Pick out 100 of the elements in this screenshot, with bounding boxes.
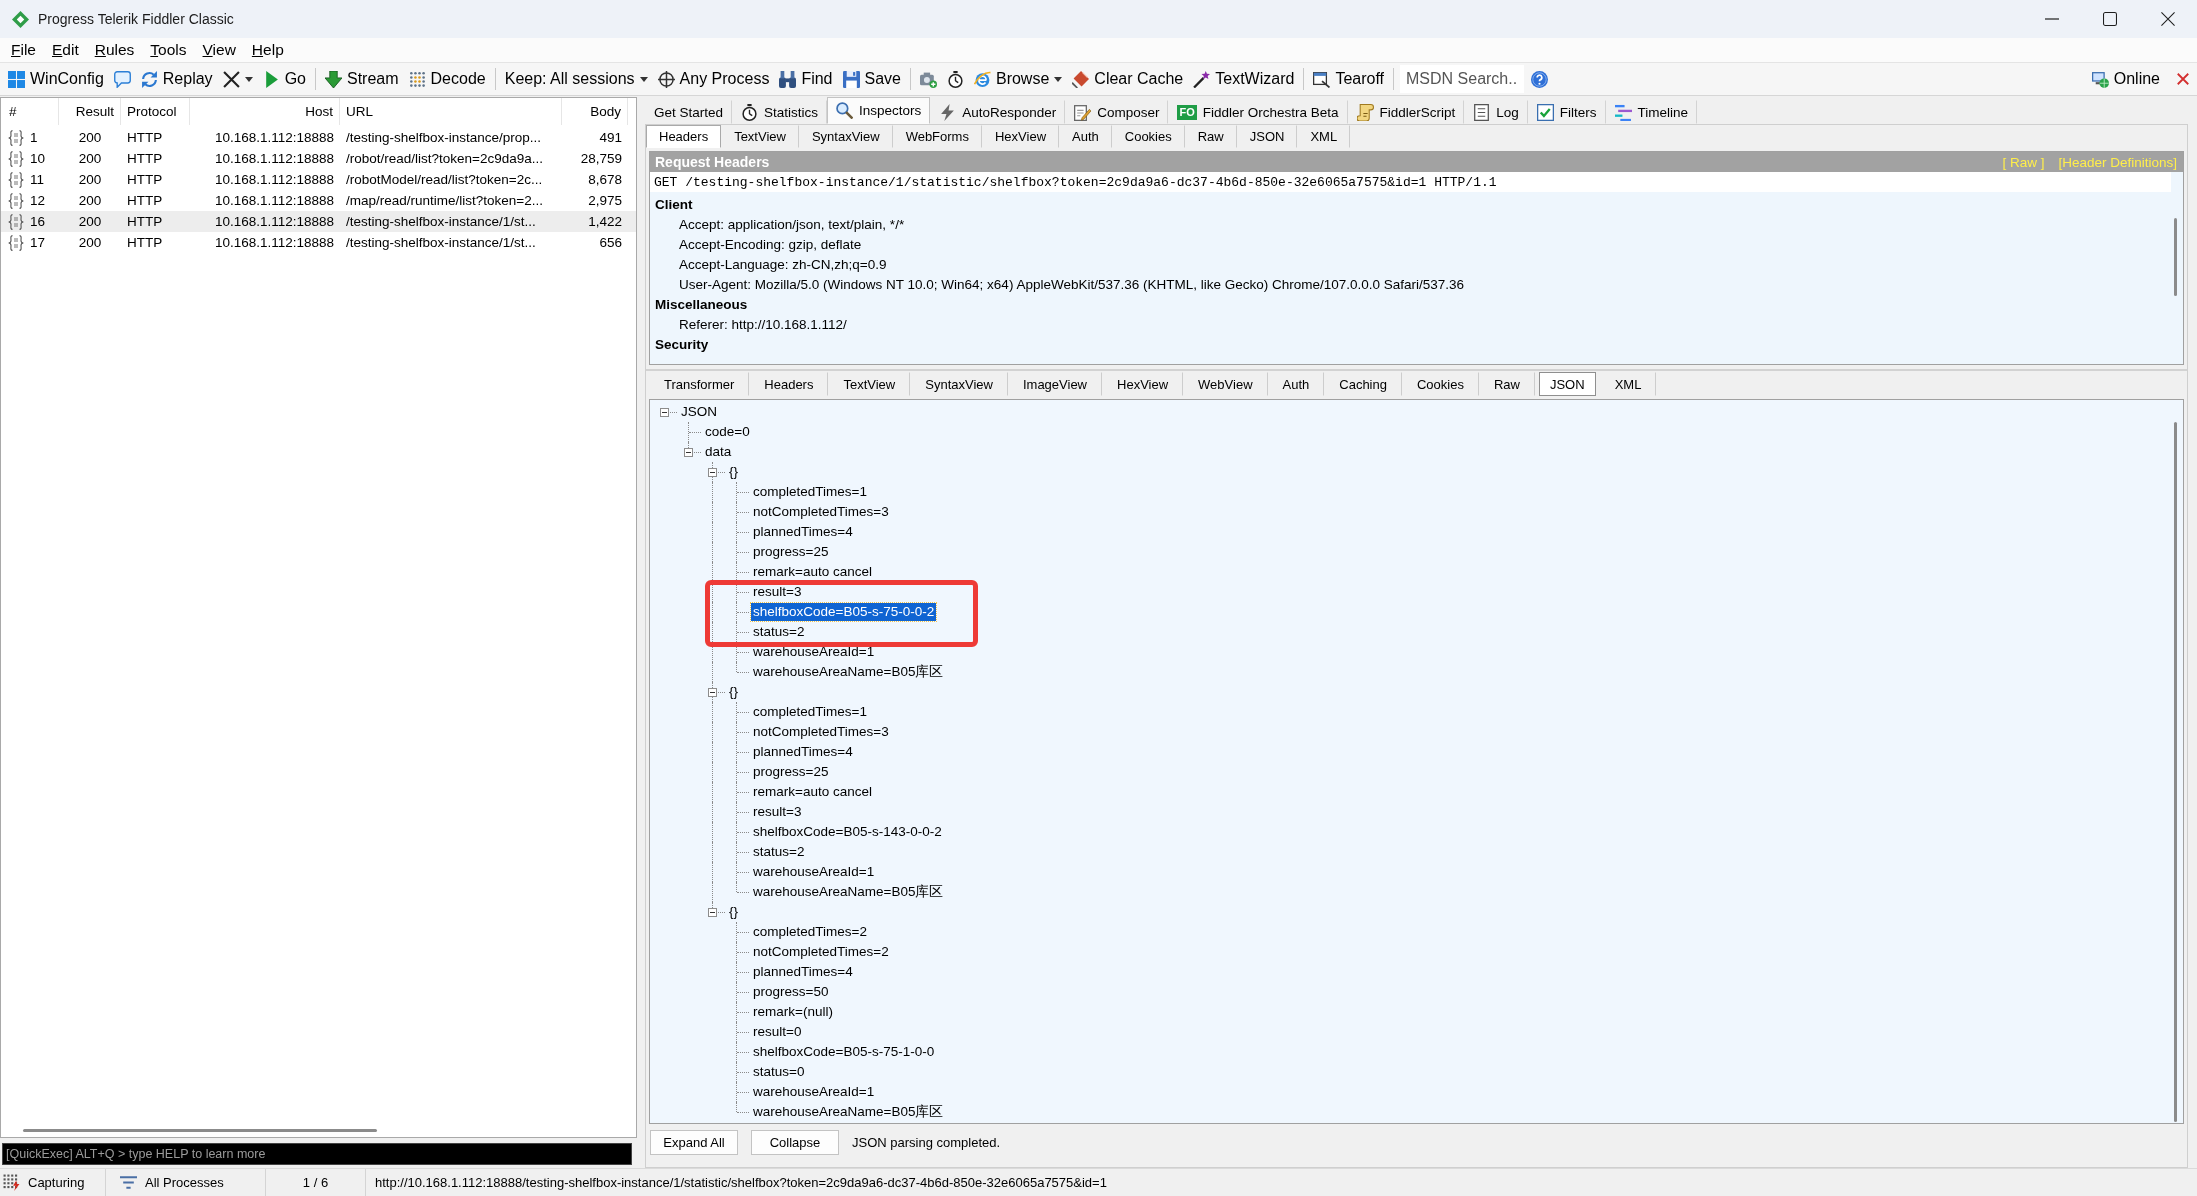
tab[interactable]: Raw [1184, 125, 1237, 148]
tree-node[interactable]: warehouseAreaId=1 [751, 1083, 877, 1101]
binoculars-icon[interactable] [779, 70, 797, 88]
tree-row[interactable]: shelfboxCode=B05-s-75-0-0-2 [653, 602, 937, 622]
command-field[interactable]: [QuickExec] ALT+Q > type HELP to learn more [2, 1143, 632, 1165]
tab[interactable]: XML [1599, 372, 1657, 396]
tree-row[interactable]: {} [653, 462, 741, 482]
session-row[interactable]: 12 200 HTTP 10.168.1.112:18888 /map/read/runtime/list?token=2... 2,975 [1, 190, 636, 211]
tab[interactable]: Transformer [649, 372, 750, 396]
session-row[interactable]: 10 200 HTTP 10.168.1.112:18888 /robot/read/list?token=2c9da9a... 28,759 [1, 148, 636, 169]
help-icon[interactable] [1531, 70, 1548, 88]
globe-icon[interactable] [973, 70, 991, 88]
tree-row[interactable]: code=0 [653, 422, 752, 442]
tree-row[interactable]: remark=(null) [653, 1002, 835, 1022]
tab[interactable]: Caching [1324, 372, 1402, 396]
tree-node[interactable]: plannedTimes=4 [751, 963, 855, 981]
tree-node[interactable]: warehouseAreaName=B05库区 [751, 1103, 946, 1121]
tab[interactable]: Inspectors [827, 97, 931, 124]
column-header[interactable]: URL [340, 98, 562, 125]
tree-node[interactable]: data [703, 443, 734, 461]
maximize-icon[interactable] [2103, 12, 2117, 26]
tree-row[interactable]: notCompletedTimes=3 [653, 722, 891, 742]
tree-row[interactable]: result=3 [653, 802, 804, 822]
tree-row[interactable]: {} [653, 682, 741, 702]
toolbar-button[interactable]: Clear Cache [1067, 65, 1189, 93]
four-squares-icon[interactable] [8, 70, 25, 88]
tree-node[interactable]: shelfboxCode=B05-s-75-1-0-0 [751, 1043, 937, 1061]
column-header[interactable]: Host [190, 98, 340, 125]
tree-row[interactable]: status=2 [653, 622, 807, 642]
tree-row[interactable]: warehouseAreaId=1 [653, 862, 877, 882]
dotted-grid-icon[interactable] [408, 70, 426, 88]
tree-row[interactable]: plannedTimes=4 [653, 522, 855, 542]
column-header[interactable]: Result [59, 98, 121, 125]
tree-row[interactable]: {} [653, 902, 741, 922]
column-header[interactable]: # [1, 98, 59, 125]
tree-node[interactable]: notCompletedTimes=2 [751, 943, 891, 961]
magnifier-icon[interactable] [836, 102, 854, 119]
tree-node[interactable]: {} [727, 903, 741, 921]
tab[interactable]: Headers [749, 372, 829, 396]
tree-row[interactable]: progress=50 [653, 982, 831, 1002]
tab[interactable]: SyntaxView [910, 372, 1008, 396]
tab[interactable]: SyntaxView [798, 125, 893, 148]
collapse-toggle[interactable] [708, 908, 717, 917]
tab[interactable]: JSON [1236, 125, 1298, 148]
window-icon[interactable] [1313, 70, 1331, 88]
tree-node[interactable]: remark=(null) [751, 1003, 835, 1021]
down-arrow-icon[interactable] [324, 70, 342, 88]
collapse-toggle[interactable] [684, 448, 693, 457]
tree-node[interactable]: shelfboxCode=B05-s-75-0-0-2 [751, 603, 937, 621]
tree-node[interactable]: progress=50 [751, 983, 831, 1001]
session-row[interactable]: 1 200 HTTP 10.168.1.112:18888 /testing-shelfbox-instance/prop... 491 [1, 127, 636, 148]
tab[interactable]: Headers [646, 125, 722, 148]
toolbar-button[interactable]: Any Process [652, 65, 775, 93]
tree-node[interactable]: completedTimes=1 [751, 483, 869, 501]
caret-icon[interactable] [1054, 76, 1063, 82]
tab[interactable]: WebView [1183, 372, 1268, 396]
tree-row[interactable]: progress=25 [653, 762, 831, 782]
caret-icon[interactable] [639, 76, 648, 82]
collapse-toggle[interactable] [660, 408, 669, 417]
tree-node[interactable]: status=2 [751, 623, 807, 641]
circular-arrows-icon[interactable] [140, 70, 158, 88]
tree-node[interactable]: progress=25 [751, 763, 831, 781]
lightning-icon[interactable] [939, 103, 957, 121]
tree-node[interactable]: remark=auto cancel [751, 563, 874, 581]
tree-node[interactable]: warehouseAreaName=B05库区 [751, 883, 946, 901]
tree-node[interactable]: {} [727, 683, 741, 701]
tree-row[interactable]: remark=auto cancel [653, 782, 874, 802]
tree-node[interactable]: result=3 [751, 803, 804, 821]
tree-row[interactable]: completedTimes=1 [653, 482, 869, 502]
tree-row[interactable]: completedTimes=1 [653, 702, 869, 722]
tree-row[interactable]: remark=auto cancel [653, 562, 874, 582]
stopwatch-icon[interactable] [741, 103, 759, 121]
tree-row[interactable]: plannedTimes=4 [653, 742, 855, 762]
tab[interactable]: Cookies [1401, 372, 1479, 396]
cross-icon[interactable] [222, 70, 240, 88]
collapse-toggle[interactable] [708, 468, 717, 477]
menu-item[interactable]: Help [243, 41, 292, 59]
column-header[interactable]: Protocol [121, 98, 190, 125]
tree-node[interactable]: notCompletedTimes=3 [751, 503, 891, 521]
menu-item[interactable]: File [3, 41, 44, 59]
speech-bubble-icon[interactable] [113, 70, 131, 88]
tree-node[interactable]: result=0 [751, 1023, 804, 1041]
tree-row[interactable]: data [653, 442, 734, 462]
tree-row[interactable]: status=0 [653, 1062, 807, 1082]
tree-row[interactable]: result=3 [653, 582, 804, 602]
scroll-icon[interactable] [1356, 103, 1374, 121]
tree-row[interactable]: notCompletedTimes=3 [653, 502, 891, 522]
crosshair-icon[interactable] [657, 70, 675, 88]
tree-row[interactable]: shelfboxCode=B05-s-75-1-0-0 [653, 1042, 937, 1062]
capture-toggle[interactable]: Capturing [28, 1175, 85, 1190]
tree-node[interactable]: JSON [679, 403, 719, 421]
tree-node[interactable]: warehouseAreaId=1 [751, 643, 877, 661]
tab[interactable]: Cookies [1111, 125, 1185, 148]
toolbar-button[interactable]: Stream [319, 65, 404, 93]
tab[interactable]: Auth [1059, 125, 1112, 148]
tree-row[interactable]: notCompletedTimes=2 [653, 942, 891, 962]
stopwatch-icon[interactable] [946, 70, 964, 88]
eraser-icon[interactable] [1072, 70, 1090, 88]
menu-item[interactable]: Rules [86, 41, 143, 59]
edit-document-icon[interactable] [1074, 103, 1092, 121]
